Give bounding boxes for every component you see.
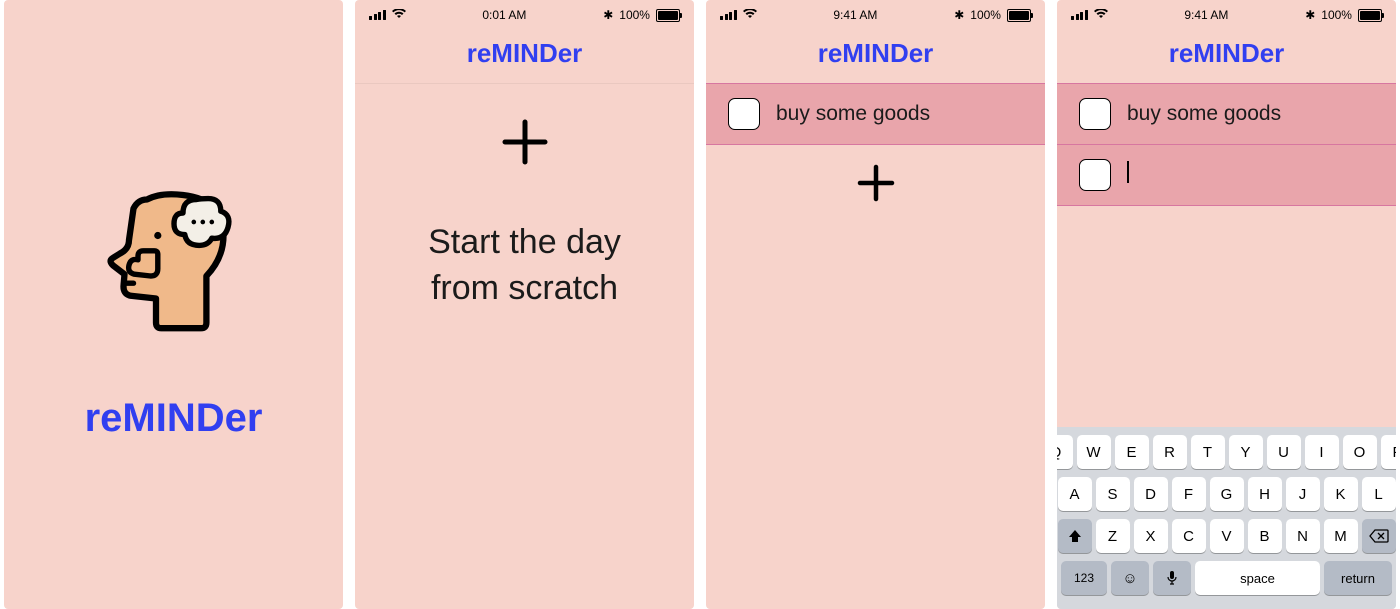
- wifi-icon: [392, 8, 406, 22]
- screen-empty-state: 0:01 AM ✱ 100% reMINDer Start the day fr…: [355, 0, 694, 609]
- text-cursor-icon: [1127, 161, 1129, 183]
- header-title: reMINDer: [1057, 38, 1396, 69]
- add-reminder-button[interactable]: [497, 114, 553, 170]
- key-d[interactable]: D: [1134, 477, 1168, 511]
- key-j[interactable]: J: [1286, 477, 1320, 511]
- reminder-input[interactable]: [1127, 161, 1129, 189]
- key-p[interactable]: P: [1381, 435, 1397, 469]
- signal-icon: [369, 10, 386, 20]
- reminder-row[interactable]: buy some goods: [706, 83, 1045, 145]
- key-l[interactable]: L: [1362, 477, 1396, 511]
- signal-icon: [720, 10, 737, 20]
- key-i[interactable]: I: [1305, 435, 1339, 469]
- key-r[interactable]: R: [1153, 435, 1187, 469]
- battery-icon: [1358, 9, 1382, 22]
- status-bar: 0:01 AM ✱ 100%: [355, 0, 694, 22]
- key-o[interactable]: O: [1343, 435, 1377, 469]
- status-time: 9:41 AM: [1184, 8, 1228, 22]
- key-q[interactable]: Q: [1057, 435, 1073, 469]
- key-w[interactable]: W: [1077, 435, 1111, 469]
- key-a[interactable]: A: [1058, 477, 1092, 511]
- battery-text: 100%: [1321, 8, 1352, 22]
- reminder-checkbox[interactable]: [1079, 98, 1111, 130]
- empty-state-text: Start the day from scratch: [428, 220, 621, 312]
- status-time: 9:41 AM: [833, 8, 877, 22]
- bluetooth-icon: ✱: [603, 8, 613, 22]
- status-time: 0:01 AM: [482, 8, 526, 22]
- status-bar: 9:41 AM ✱ 100%: [1057, 0, 1396, 22]
- key-b[interactable]: B: [1248, 519, 1282, 553]
- shift-key[interactable]: [1058, 519, 1092, 553]
- reminder-text: buy some goods: [776, 102, 930, 126]
- return-key[interactable]: return: [1324, 561, 1392, 595]
- reminder-row-editing[interactable]: [1057, 144, 1396, 206]
- header-title: reMINDer: [706, 38, 1045, 69]
- space-key[interactable]: space: [1195, 561, 1320, 595]
- battery-text: 100%: [619, 8, 650, 22]
- key-h[interactable]: H: [1248, 477, 1282, 511]
- key-m[interactable]: M: [1324, 519, 1358, 553]
- app-header: reMINDer: [355, 22, 694, 84]
- battery-text: 100%: [970, 8, 1001, 22]
- keyboard-row-2: ASDFGHJKL: [1061, 477, 1392, 511]
- bluetooth-icon: ✱: [954, 8, 964, 22]
- key-u[interactable]: U: [1267, 435, 1301, 469]
- key-e[interactable]: E: [1115, 435, 1149, 469]
- key-k[interactable]: K: [1324, 477, 1358, 511]
- key-x[interactable]: X: [1134, 519, 1168, 553]
- key-n[interactable]: N: [1286, 519, 1320, 553]
- signal-icon: [1071, 10, 1088, 20]
- header-title: reMINDer: [355, 38, 694, 69]
- wifi-icon: [1094, 8, 1108, 22]
- wifi-icon: [743, 8, 757, 22]
- key-y[interactable]: Y: [1229, 435, 1263, 469]
- app-header: reMINDer: [706, 22, 1045, 84]
- key-v[interactable]: V: [1210, 519, 1244, 553]
- screen-editing: 9:41 AM ✱ 100% reMINDer buy some goods Q…: [1057, 0, 1396, 609]
- key-f[interactable]: F: [1172, 477, 1206, 511]
- add-reminder-button[interactable]: [854, 161, 898, 205]
- battery-icon: [656, 9, 680, 22]
- onscreen-keyboard: QWERTYUIOP ASDFGHJKL ZXCVBNM 123 ☺ space…: [1057, 427, 1396, 609]
- reminder-text: buy some goods: [1127, 102, 1281, 126]
- app-header: reMINDer: [1057, 22, 1396, 84]
- key-c[interactable]: C: [1172, 519, 1206, 553]
- reminder-checkbox[interactable]: [1079, 159, 1111, 191]
- reminder-checkbox[interactable]: [728, 98, 760, 130]
- key-z[interactable]: Z: [1096, 519, 1130, 553]
- backspace-key[interactable]: [1362, 519, 1396, 553]
- battery-icon: [1007, 9, 1031, 22]
- numbers-key[interactable]: 123: [1061, 561, 1107, 595]
- keyboard-row-1: QWERTYUIOP: [1061, 435, 1392, 469]
- reminder-row[interactable]: buy some goods: [1057, 83, 1396, 145]
- bluetooth-icon: ✱: [1305, 8, 1315, 22]
- app-title: reMINDer: [85, 396, 263, 441]
- app-logo-thinking-head-icon: [84, 168, 264, 348]
- status-bar: 9:41 AM ✱ 100%: [706, 0, 1045, 22]
- screen-splash: reMINDer: [4, 0, 343, 609]
- keyboard-row-bottom: 123 ☺ space return: [1061, 561, 1392, 595]
- key-g[interactable]: G: [1210, 477, 1244, 511]
- mic-key[interactable]: [1153, 561, 1191, 595]
- emoji-key[interactable]: ☺: [1111, 561, 1149, 595]
- key-s[interactable]: S: [1096, 477, 1130, 511]
- key-t[interactable]: T: [1191, 435, 1225, 469]
- keyboard-row-3: ZXCVBNM: [1061, 519, 1392, 553]
- screen-list: 9:41 AM ✱ 100% reMINDer buy some goods: [706, 0, 1045, 609]
